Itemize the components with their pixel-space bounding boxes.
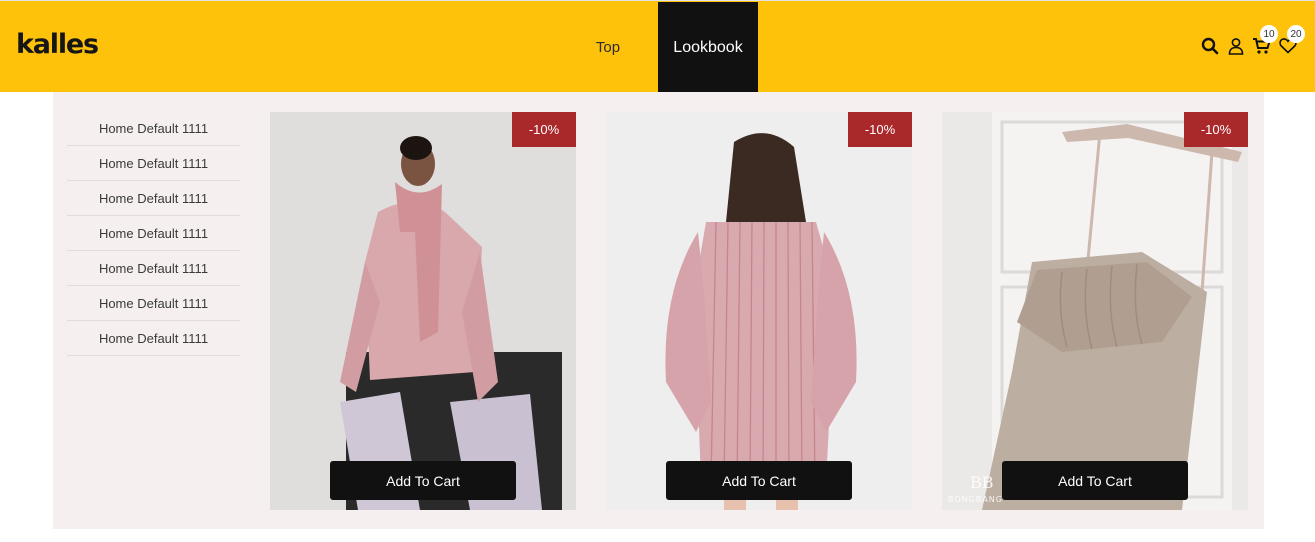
- product-image-striped-dress[interactable]: [606, 112, 912, 510]
- add-to-cart-button[interactable]: Add To Cart: [666, 461, 852, 500]
- sidebar-item[interactable]: Home Default 1111: [67, 111, 240, 146]
- add-to-cart-button[interactable]: Add To Cart: [330, 461, 516, 500]
- nav-item-lookbook[interactable]: Lookbook: [658, 2, 758, 93]
- sidebar-item[interactable]: Home Default 1111: [67, 251, 240, 286]
- heart-icon[interactable]: 20: [1279, 25, 1305, 57]
- nav-item-top[interactable]: Top: [580, 2, 636, 92]
- discount-badge: -10%: [848, 112, 912, 147]
- site-header: kalles Top Lookbook 10 20: [0, 0, 1315, 93]
- sidebar-item[interactable]: Home Default 1111: [67, 146, 240, 181]
- sidebar-item[interactable]: Home Default 1111: [67, 216, 240, 251]
- discount-badge: -10%: [512, 112, 576, 147]
- content-area: Home Default 1111 Home Default 1111 Home…: [53, 92, 1264, 529]
- search-icon[interactable]: [1201, 37, 1221, 57]
- svg-text:BB: BB: [970, 473, 994, 492]
- svg-text:BONGBANG: BONGBANG: [948, 495, 1003, 504]
- discount-badge: -10%: [1184, 112, 1248, 147]
- product-card[interactable]: -10% Add To Cart: [606, 112, 912, 510]
- product-image-beige-dress[interactable]: [942, 112, 1248, 510]
- site-logo[interactable]: kalles: [16, 29, 99, 60]
- wishlist-count-badge: 20: [1287, 25, 1305, 43]
- sidebar-item[interactable]: Home Default 1111: [67, 321, 240, 356]
- product-image-pink-sweater[interactable]: [270, 112, 576, 510]
- sidebar-item[interactable]: Home Default 1111: [67, 286, 240, 321]
- user-icon[interactable]: [1227, 37, 1247, 57]
- product-card[interactable]: BB BONGBANG -10% Add To Cart: [942, 112, 1248, 510]
- bongbang-watermark-logo: BB BONGBANG: [948, 472, 1008, 504]
- cart-count-badge: 10: [1260, 25, 1278, 43]
- product-card[interactable]: -10% Add To Cart: [270, 112, 576, 510]
- cart-icon[interactable]: 10: [1252, 25, 1278, 57]
- sidebar-item[interactable]: Home Default 1111: [67, 181, 240, 216]
- add-to-cart-button[interactable]: Add To Cart: [1002, 461, 1188, 500]
- sidebar-menu: Home Default 1111 Home Default 1111 Home…: [67, 111, 240, 356]
